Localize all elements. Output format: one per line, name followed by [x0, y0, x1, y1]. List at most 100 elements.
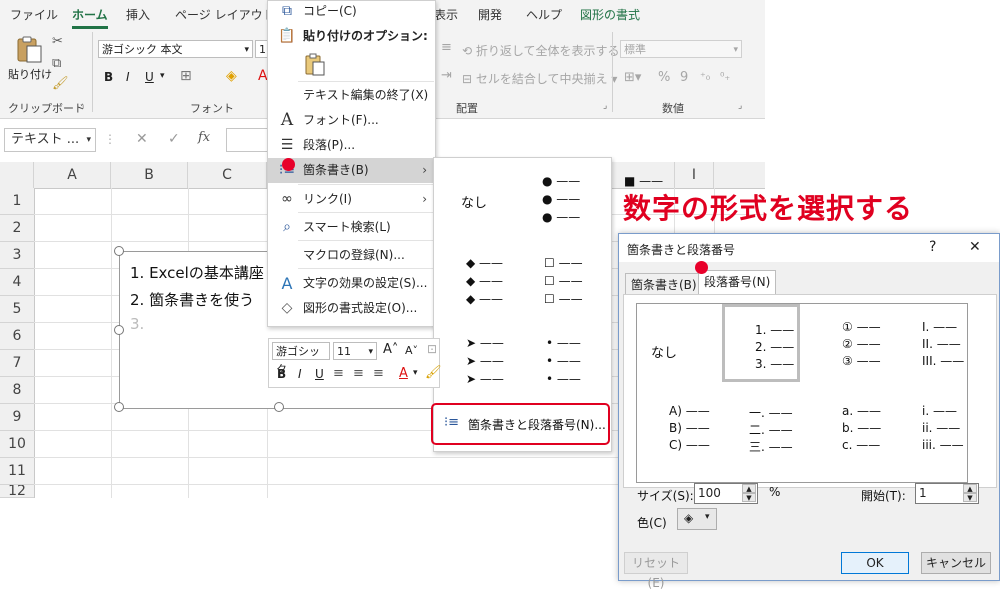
select-all-corner[interactable]: [0, 162, 34, 188]
resize-handle[interactable]: [114, 246, 124, 256]
fill-color-icon[interactable]: ◈: [226, 68, 237, 84]
menu-item-copy[interactable]: ⧉ コピー(C): [268, 0, 435, 24]
function-icon[interactable]: fx: [198, 130, 210, 145]
paste-keep-format-icon[interactable]: [304, 53, 326, 77]
font-name-select[interactable]: 游ゴシック 本文 ▾: [98, 40, 253, 58]
comma-button[interactable]: 9: [680, 70, 688, 85]
row-header[interactable]: 11: [0, 458, 34, 485]
tab-shape-format[interactable]: 図形の書式: [580, 6, 640, 23]
align-left-icon[interactable]: ≡: [333, 366, 344, 381]
menu-item-paragraph[interactable]: ☰ 段落(P)...: [268, 133, 435, 158]
help-button[interactable]: ?: [929, 239, 936, 255]
row-header[interactable]: 12: [0, 485, 34, 498]
tab-bullets[interactable]: 箇条書き(B): [625, 273, 703, 295]
numbering-option-none[interactable]: なし: [651, 342, 677, 361]
currency-icon[interactable]: ⊞▾: [624, 70, 641, 85]
tab-help[interactable]: ヘルプ: [526, 6, 562, 23]
tab-file[interactable]: ファイル: [10, 6, 58, 23]
merge-center-button[interactable]: ⊟ セルを結合して中央揃え ▾: [462, 70, 617, 87]
text-line[interactable]: 2. 箇条書きを使う: [130, 289, 254, 310]
text-line[interactable]: 3.: [130, 315, 144, 333]
row-header[interactable]: 7: [0, 350, 34, 377]
ok-button[interactable]: OK: [841, 552, 909, 574]
color-picker-button[interactable]: ◈ ▾: [677, 508, 717, 530]
cancel-icon[interactable]: ✕: [136, 131, 148, 147]
cut-icon[interactable]: ✂: [52, 34, 63, 49]
mini-font-name-select[interactable]: 游ゴシック: [272, 342, 330, 376]
tab-home[interactable]: ホーム: [72, 6, 108, 29]
column-header-i[interactable]: I: [674, 162, 714, 188]
numbering-option-arabic-selected[interactable]: 1. —— 2. —— 3. ——: [722, 304, 800, 382]
tab-developer[interactable]: 開発: [478, 6, 502, 23]
tab-numbering[interactable]: 段落番号(N): [698, 270, 777, 295]
mini-italic-button[interactable]: I: [298, 367, 302, 381]
tab-view[interactable]: 表示: [434, 6, 458, 23]
resize-handle[interactable]: [114, 402, 124, 412]
border-icon[interactable]: ⊞: [180, 68, 192, 84]
align-right-icon[interactable]: ≡: [373, 366, 384, 381]
tab-insert[interactable]: 挿入: [126, 6, 150, 23]
number-launcher-icon[interactable]: ⌟: [738, 101, 742, 111]
row-header[interactable]: 5: [0, 296, 34, 323]
formula-input[interactable]: [226, 128, 270, 152]
format-painter-icon[interactable]: 🖌: [425, 365, 442, 380]
text-line[interactable]: 1. Excelの基本講座: [130, 262, 264, 283]
copy-icon[interactable]: ⧉: [52, 56, 61, 71]
reset-button[interactable]: リセット(E): [624, 552, 688, 590]
stepper-down-icon[interactable]: ▼: [963, 493, 977, 502]
mini-underline-button[interactable]: U: [315, 367, 324, 381]
close-icon[interactable]: ✕: [969, 239, 981, 255]
menu-item-exit-text-edit[interactable]: テキスト編集の終了(X): [268, 83, 435, 108]
row-header[interactable]: 3: [0, 242, 34, 269]
menu-item-text-effects[interactable]: A 文字の効果の設定(S)...: [268, 271, 435, 296]
stepper-up-icon[interactable]: ▲: [963, 484, 977, 493]
mini-font-color-button[interactable]: A: [399, 366, 408, 381]
row-header[interactable]: 10: [0, 431, 34, 458]
name-box[interactable]: テキスト ... ▾: [4, 128, 96, 152]
menu-item-assign-macro[interactable]: マクロの登録(N)...: [268, 243, 435, 268]
cancel-button[interactable]: キャンセル: [921, 552, 991, 574]
percent-button[interactable]: %: [658, 70, 670, 85]
grow-font-icon[interactable]: A˄: [383, 342, 398, 357]
row-header[interactable]: 1: [0, 188, 34, 215]
paste-icon[interactable]: [14, 36, 44, 64]
row-header[interactable]: 9: [0, 404, 34, 431]
clear-format-icon[interactable]: ⊡: [427, 342, 437, 356]
row-header[interactable]: 8: [0, 377, 34, 404]
resize-handle[interactable]: [114, 325, 124, 335]
bullet-option-none[interactable]: なし: [461, 192, 487, 211]
bold-button[interactable]: B: [104, 70, 113, 84]
stepper-down-icon[interactable]: ▼: [742, 493, 756, 502]
check-icon[interactable]: ✓: [168, 131, 180, 147]
start-stepper[interactable]: 1 ▲ ▼: [915, 483, 979, 504]
alignment-launcher-icon[interactable]: ⌟: [603, 101, 607, 111]
wrap-text-button[interactable]: ⟲ 折り返して全体を表示する: [462, 42, 620, 59]
mini-font-size-select[interactable]: 11 ▾: [333, 342, 377, 360]
indent-icon[interactable]: ⇥: [441, 68, 452, 83]
decrease-decimal-icon[interactable]: ⁰₊: [720, 70, 730, 83]
align-icon[interactable]: ≡: [441, 40, 452, 55]
chevron-down-icon[interactable]: ▾: [413, 368, 418, 378]
row-header[interactable]: 6: [0, 323, 34, 350]
row-header[interactable]: 4: [0, 269, 34, 296]
resize-handle[interactable]: [274, 402, 284, 412]
menu-item-format-shape[interactable]: ◇ 図形の書式設定(O)...: [268, 296, 435, 321]
clipboard-launcher-icon[interactable]: ⌟: [80, 101, 84, 111]
size-stepper[interactable]: 100 ▲ ▼: [694, 483, 758, 504]
increase-decimal-icon[interactable]: ⁺₀: [700, 70, 710, 83]
stepper-up-icon[interactable]: ▲: [742, 484, 756, 493]
underline-button[interactable]: U: [145, 70, 154, 84]
row-header[interactable]: 2: [0, 215, 34, 242]
italic-button[interactable]: I: [126, 70, 130, 84]
mini-bold-button[interactable]: B: [277, 367, 286, 381]
chevron-down-icon[interactable]: ▾: [160, 71, 165, 81]
shrink-font-icon[interactable]: A˅: [405, 344, 418, 357]
paste-button[interactable]: 貼り付け: [8, 66, 52, 82]
menu-item-link[interactable]: ∞ リンク(I) ›: [268, 187, 435, 212]
tab-page-layout[interactable]: ページ レイアウト: [175, 6, 275, 23]
column-header-b[interactable]: B: [111, 162, 188, 188]
column-header-c[interactable]: C: [188, 162, 267, 188]
align-center-icon[interactable]: ≡: [353, 366, 364, 381]
menu-item-smart-lookup[interactable]: ⌕ スマート検索(L): [268, 215, 435, 240]
format-painter-icon[interactable]: 🖌: [52, 76, 69, 91]
